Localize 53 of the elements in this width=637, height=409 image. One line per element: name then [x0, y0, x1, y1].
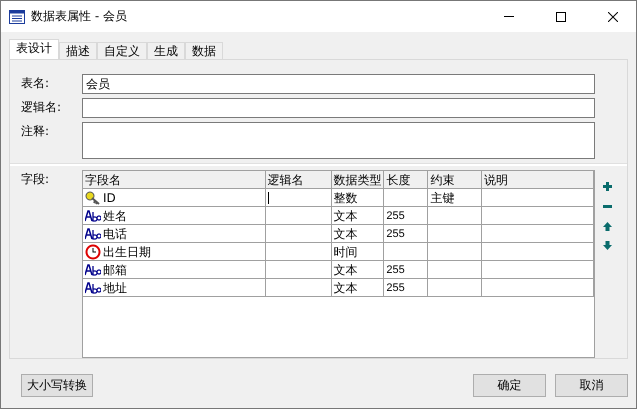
tab[interactable]: 数据 — [185, 42, 223, 59]
column-header[interactable]: 长度 — [384, 171, 428, 188]
field-label: 字段: — [20, 171, 50, 188]
table-cell[interactable] — [266, 189, 332, 206]
field-label: 逻辑名: — [20, 99, 62, 116]
table-cell: 时间 — [332, 243, 384, 260]
table-cell: 文本 — [332, 207, 384, 224]
column-header[interactable]: 数据类型 — [332, 171, 384, 188]
field-label: 表名: — [20, 75, 50, 92]
ok-button[interactable]: 确定 — [473, 374, 546, 397]
field-name: 姓名 — [103, 208, 127, 224]
table-cell: 文本 — [332, 261, 384, 278]
field-name: ID — [103, 190, 116, 206]
column-header[interactable]: 逻辑名 — [266, 171, 332, 188]
table-cell: 255 — [384, 207, 428, 224]
field-name: 地址 — [103, 280, 127, 296]
up-arrow-icon[interactable] — [603, 222, 612, 231]
close-icon[interactable] — [608, 12, 618, 22]
table-cell: 255 — [384, 261, 428, 278]
field-name: 出生日期 — [103, 244, 151, 260]
tab[interactable]: 描述 — [59, 42, 97, 59]
down-arrow-icon[interactable] — [603, 241, 612, 250]
text-type-icon — [85, 228, 101, 240]
maximize-icon[interactable] — [556, 12, 566, 22]
column-header[interactable]: 约束 — [428, 171, 482, 188]
table-cell: 文本 — [332, 279, 384, 296]
clock-icon — [85, 244, 101, 260]
table-cell: 整数 — [332, 189, 384, 206]
field-label: 注释: — [20, 123, 50, 140]
text-type-icon — [85, 282, 101, 294]
tab[interactable]: 生成 — [147, 42, 185, 59]
table-cell: 主键 — [428, 189, 482, 206]
table-icon — [9, 10, 25, 24]
text-cursor — [268, 192, 269, 204]
case-convert-button[interactable]: 大小写转换 — [21, 374, 93, 397]
column-header[interactable]: 说明 — [482, 171, 594, 188]
input-field[interactable]: 会员 — [82, 74, 595, 94]
table-cell: 255 — [384, 225, 428, 242]
window-title: 数据表属性 - 会员 — [31, 8, 128, 25]
text-type-icon — [85, 264, 101, 276]
table-cell: 文本 — [332, 225, 384, 242]
key-icon — [85, 190, 101, 204]
field-name: 电话 — [103, 226, 127, 242]
tab[interactable]: 自定义 — [97, 42, 147, 59]
input-field[interactable] — [82, 98, 595, 118]
field-name: 邮箱 — [103, 262, 127, 278]
text-area[interactable] — [82, 122, 595, 159]
text-type-icon — [85, 210, 101, 222]
table-cell: 255 — [384, 279, 428, 296]
column-header[interactable]: 字段名 — [83, 171, 266, 188]
tab[interactable]: 表设计 — [9, 39, 59, 59]
cancel-button[interactable]: 取消 — [555, 374, 628, 397]
add-icon[interactable] — [603, 182, 612, 191]
